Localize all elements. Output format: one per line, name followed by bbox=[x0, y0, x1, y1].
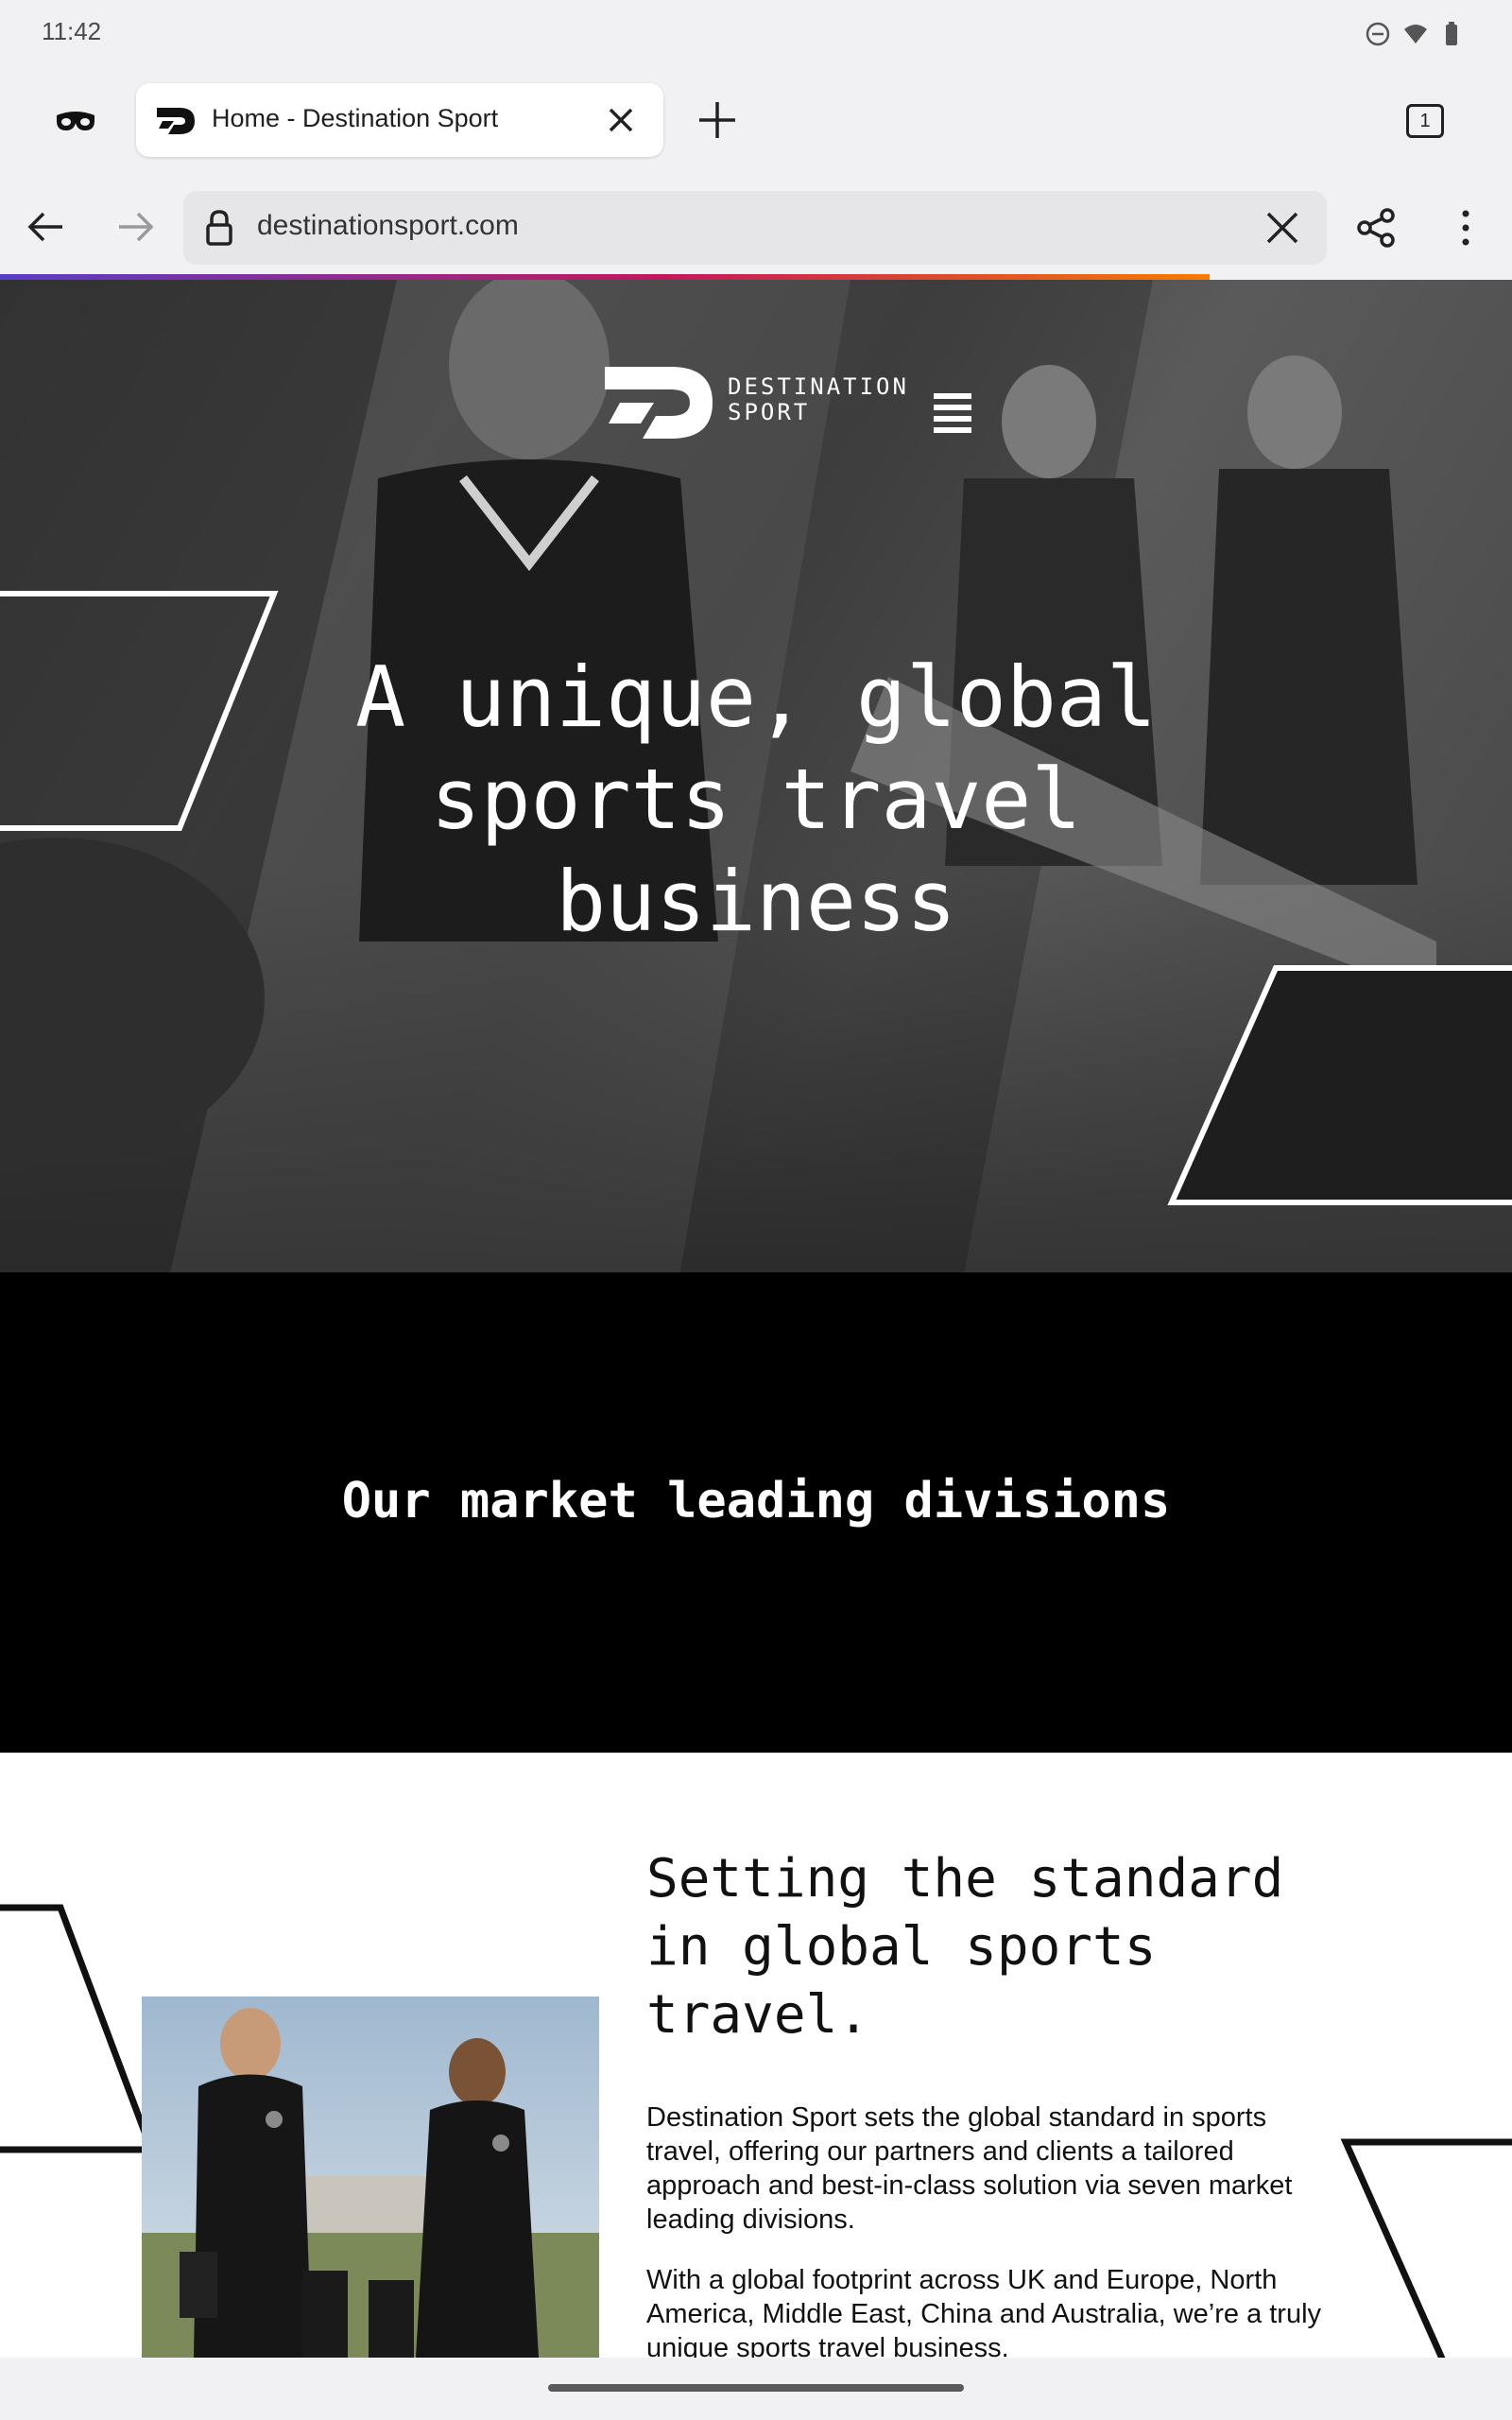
address-bar[interactable]: destinationsport.com bbox=[183, 191, 1327, 265]
destination-sport-logo[interactable] bbox=[601, 361, 724, 446]
status-time: 11:42 bbox=[42, 17, 102, 45]
lock-icon[interactable] bbox=[202, 208, 236, 248]
wifi-icon bbox=[1404, 25, 1427, 43]
hero-title-line-3: business bbox=[556, 853, 956, 950]
tab-title: Home - Destination Sport bbox=[212, 104, 499, 132]
standard-paragraph-1: Destination Sport sets the global standa… bbox=[646, 2102, 1293, 2235]
hero-title-line-1: A unique, global bbox=[355, 648, 1157, 746]
logo-line-2: SPORT bbox=[728, 399, 811, 425]
forward-arrow-icon[interactable] bbox=[113, 204, 159, 250]
more-options-icon[interactable] bbox=[1442, 204, 1489, 251]
tab-switcher-button[interactable]: 1 bbox=[1406, 104, 1444, 138]
browser-tab[interactable]: Home - Destination Sport bbox=[136, 83, 663, 157]
standard-section: Setting the standard in global sports tr… bbox=[0, 1753, 1512, 2358]
standard-heading-line-2: in global sports bbox=[646, 1916, 1157, 1978]
logo-line-1: DESTINATION bbox=[728, 373, 909, 400]
divisions-heading: Our market leading divisions bbox=[341, 1473, 1171, 1530]
standard-paragraph-2: With a global footprint across UK and Eu… bbox=[646, 2265, 1322, 2358]
logo-wordmark: DESTINATION SPORT bbox=[728, 374, 909, 425]
gesture-handle[interactable] bbox=[548, 2384, 964, 2392]
clear-url-icon[interactable] bbox=[1263, 208, 1302, 248]
hero-title-line-2: sports travel bbox=[430, 751, 1082, 848]
players-travel-photo bbox=[142, 1996, 599, 2358]
destination-sport-favicon-icon bbox=[157, 108, 195, 134]
hero-title: A unique, global sports travel business bbox=[284, 647, 1228, 953]
standard-heading: Setting the standard in global sports tr… bbox=[646, 1845, 1365, 2049]
standard-heading-line-3: travel. bbox=[646, 1984, 870, 2046]
url-text[interactable]: destinationsport.com bbox=[257, 210, 519, 242]
standard-heading-line-1: Setting the standard bbox=[646, 1848, 1284, 1910]
do-not-disturb-icon bbox=[1366, 22, 1390, 46]
share-icon[interactable] bbox=[1353, 204, 1400, 251]
hamburger-menu-icon[interactable] bbox=[934, 391, 971, 433]
hero-section: DESTINATION SPORT A unique, global sport… bbox=[0, 280, 1512, 1754]
status-bar bbox=[0, 0, 1512, 68]
new-tab-icon[interactable] bbox=[696, 98, 739, 142]
incognito-icon[interactable] bbox=[53, 102, 98, 140]
close-tab-icon[interactable] bbox=[603, 102, 639, 138]
battery-icon bbox=[1446, 22, 1457, 45]
back-arrow-icon[interactable] bbox=[23, 204, 68, 250]
